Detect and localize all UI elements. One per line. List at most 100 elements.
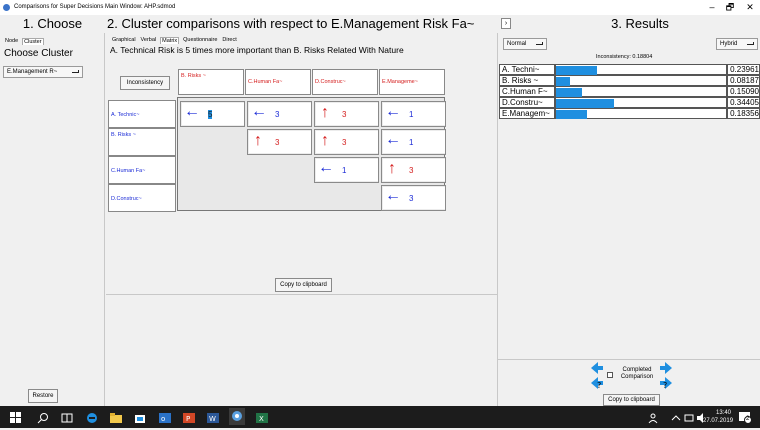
col-header: B. Risks ~	[178, 69, 244, 95]
outlook-icon[interactable]: o	[159, 411, 171, 423]
user-icon[interactable]	[648, 411, 660, 424]
result-row: C.Human F~ 0.15090	[499, 86, 760, 97]
edge-browser-icon[interactable]	[86, 411, 98, 423]
word-icon[interactable]: W	[207, 411, 219, 423]
choose-panel: Node Cluster Choose Cluster E.Management…	[0, 33, 105, 406]
prev-question-icon[interactable]: ?	[591, 376, 603, 390]
direction-arrow-box[interactable]: ←	[316, 159, 337, 181]
result-bar	[556, 66, 597, 75]
results-mode-value: Normal	[507, 41, 527, 47]
tab-matrix[interactable]: Matrix	[160, 37, 180, 44]
matrix-cell[interactable]: ← 1	[314, 157, 379, 183]
tab-direct[interactable]: Direct	[221, 37, 237, 44]
clock-date: 27.07.2019	[703, 418, 734, 424]
matrix-cell[interactable]: ↑ 3	[247, 129, 312, 155]
matrix-cell[interactable]: ← 3	[381, 185, 446, 211]
result-value: 0.23961	[727, 64, 760, 75]
result-bar-track	[555, 64, 727, 75]
arrow-left-icon: ←	[385, 103, 401, 120]
super-decisions-app-icon[interactable]	[229, 408, 245, 425]
store-icon[interactable]	[134, 411, 146, 423]
direction-arrow-box[interactable]: ←	[383, 187, 404, 209]
clock-time: 13:40	[715, 410, 731, 416]
direction-arrow-box[interactable]: ←	[383, 103, 404, 125]
minimize-button[interactable]: –	[703, 0, 721, 15]
completed-checkbox[interactable]	[607, 372, 613, 378]
file-explorer-icon[interactable]	[110, 411, 122, 423]
search-icon[interactable]	[37, 411, 49, 424]
prev-arrow-icon[interactable]	[591, 361, 603, 374]
choose-cluster-heading: Choose Cluster	[4, 48, 73, 59]
app-icon	[3, 4, 10, 11]
value-box[interactable]: 3	[337, 103, 378, 125]
row-header: B. Risks ~	[108, 128, 176, 156]
tab-cluster[interactable]: Cluster	[22, 38, 44, 45]
value-box[interactable]: 3	[337, 131, 378, 153]
cluster-select-value: E.Management R~	[7, 69, 58, 75]
results-header: 3. Results	[611, 16, 669, 31]
matrix-cell[interactable]: ↑ 3	[314, 129, 379, 155]
tab-questionnaire[interactable]: Questionnaire	[182, 37, 218, 44]
tab-graphical[interactable]: Graphical	[111, 37, 137, 44]
task-view-icon[interactable]	[61, 411, 73, 423]
value-box[interactable]: 3	[404, 159, 445, 181]
hybrid-select[interactable]: Hybrid	[716, 38, 758, 50]
chevron-down-icon	[747, 42, 754, 45]
close-button[interactable]: ✕	[741, 0, 759, 15]
chevron-up-icon[interactable]	[670, 411, 682, 423]
matrix-cell[interactable]: ← 1	[381, 101, 446, 127]
clock[interactable]: 13:40 27.07.2019	[703, 409, 734, 425]
cell-value: 1	[409, 110, 414, 119]
result-bar-track	[555, 75, 727, 86]
result-value: 0.15090	[727, 86, 760, 97]
cluster-select[interactable]: E.Management R~	[3, 66, 83, 78]
tab-node[interactable]: Node	[4, 38, 19, 45]
result-bar	[556, 99, 614, 108]
next-question-icon[interactable]: ?	[660, 376, 672, 390]
powerpoint-icon[interactable]: P	[183, 411, 195, 423]
direction-arrow-box[interactable]: ↑	[316, 131, 337, 153]
value-box[interactable]: 1	[337, 159, 378, 181]
tab-verbal[interactable]: Verbal	[140, 37, 158, 44]
notifications-icon[interactable]: 2	[738, 410, 752, 424]
compare-header: 2. Cluster comparisons with respect to E…	[107, 16, 475, 31]
direction-arrow-box[interactable]: ↑	[249, 131, 270, 153]
direction-arrow-box[interactable]: ←	[182, 103, 203, 125]
expand-arrow-button[interactable]: ›	[501, 18, 511, 29]
restore-button[interactable]: Restore	[28, 389, 58, 403]
results-copy-button[interactable]: Copy to clipboard	[603, 394, 660, 406]
matrix-cell[interactable]: ↑ 3	[381, 157, 446, 183]
value-box[interactable]: 3	[270, 103, 311, 125]
value-box[interactable]: 5	[203, 103, 244, 125]
completed-label: Completed Comparison	[620, 367, 654, 380]
hybrid-select-value: Hybrid	[720, 41, 738, 47]
value-box[interactable]: 1	[404, 131, 445, 153]
direction-arrow-box[interactable]: ←	[383, 131, 404, 153]
maximize-button[interactable]: 🗗	[721, 0, 739, 15]
result-row: A. Techni~ 0.23961	[499, 64, 760, 75]
result-label: D.Constru~	[499, 97, 555, 108]
value-box[interactable]: 3	[270, 131, 311, 153]
direction-arrow-box[interactable]: ←	[249, 103, 270, 125]
copy-to-clipboard-button[interactable]: Copy to clipboard	[275, 278, 332, 292]
results-mode-select[interactable]: Normal	[503, 38, 547, 50]
value-box[interactable]: 3	[404, 187, 445, 209]
col-header: E.Manageme~	[379, 69, 445, 95]
comparison-statement: A. Technical Risk is 5 times more import…	[110, 45, 404, 55]
cell-value: 3	[342, 138, 347, 147]
value-box[interactable]: 1	[404, 103, 445, 125]
matrix-cell[interactable]: ↑ 3	[314, 101, 379, 127]
matrix-cell[interactable]: ← 1	[381, 129, 446, 155]
arrow-up-icon: ↑	[321, 104, 329, 121]
matrix-cell[interactable]: ← 3	[247, 101, 312, 127]
network-icon[interactable]	[683, 411, 695, 423]
excel-icon[interactable]: X	[256, 411, 268, 423]
matrix-cell[interactable]: ← 5	[180, 101, 245, 127]
arrow-left-icon: ←	[318, 159, 334, 176]
next-arrow-icon[interactable]	[660, 361, 672, 374]
notification-count: 2	[746, 416, 750, 422]
direction-arrow-box[interactable]: ↑	[383, 159, 404, 181]
direction-arrow-box[interactable]: ↑	[316, 103, 337, 125]
windows-start-icon[interactable]	[10, 411, 22, 423]
inconsistency-button[interactable]: Inconsistency	[120, 76, 170, 90]
